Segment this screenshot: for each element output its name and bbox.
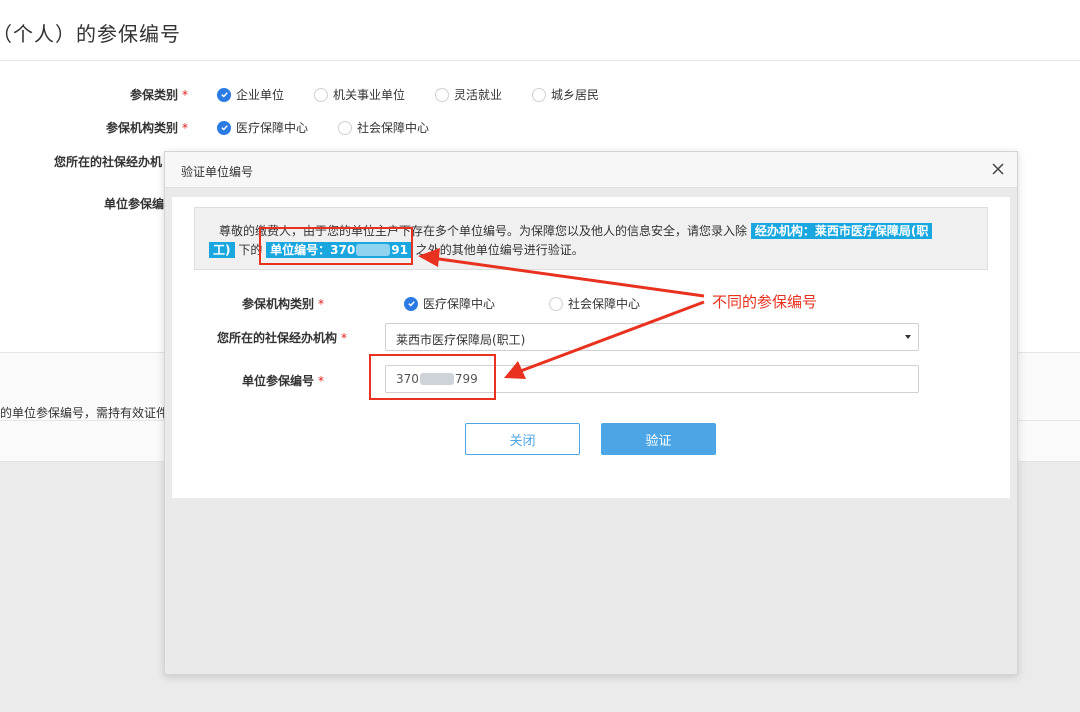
notice-text: 的单位参保编号，需持有效证件 — [0, 406, 169, 420]
agency-select[interactable]: 莱西市医疗保障局(职工) — [385, 323, 919, 351]
close-button[interactable]: 关闭 — [465, 423, 580, 455]
annotation-label: 不同的参保编号 — [712, 293, 818, 311]
agency-type-label: 参保机构类别 * — [105, 121, 188, 135]
radio-checked-icon — [217, 87, 231, 102]
modal-radio-social-center[interactable]: 社会保障中心 — [549, 295, 640, 312]
radio-checked-icon — [217, 120, 231, 135]
modal-header: 验证单位编号 — [165, 152, 1017, 188]
modal-radio-medical-center[interactable]: 医疗保障中心 — [404, 295, 495, 312]
agency-highlight-cont: 工) — [209, 242, 235, 258]
verify-button[interactable]: 验证 — [601, 423, 716, 455]
radio-unchecked-icon — [532, 87, 546, 102]
modal-agency-label: 您所在的社保经办机构 * — [217, 331, 348, 345]
modal-agency-type-label: 参保机构类别 * — [242, 297, 325, 311]
title-divider — [0, 60, 1080, 61]
caret-down-icon — [905, 335, 911, 339]
radio-unchecked-icon — [549, 296, 563, 311]
annotation-box-input-number — [369, 354, 496, 400]
modal-unit-number-label: 单位参保编号 * — [242, 374, 325, 388]
close-icon[interactable] — [989, 160, 1007, 178]
radio-unchecked-icon — [314, 87, 328, 102]
agency-select-value: 莱西市医疗保障局(职工) — [396, 333, 526, 347]
radio-urban-rural[interactable]: 城乡居民 — [532, 86, 599, 103]
radio-enterprise[interactable]: 企业单位 — [217, 86, 284, 103]
agency-label: 您所在的社保经办机 — [54, 155, 163, 169]
modal-title: 验证单位编号 — [181, 165, 254, 179]
radio-flexible[interactable]: 灵活就业 — [435, 86, 502, 103]
radio-medical-center[interactable]: 医疗保障中心 — [217, 119, 308, 136]
radio-unchecked-icon — [338, 120, 352, 135]
radio-government[interactable]: 机关事业单位 — [314, 86, 405, 103]
insurance-type-label: 参保类别 * — [129, 88, 188, 102]
radio-social-center[interactable]: 社会保障中心 — [338, 119, 429, 136]
radio-checked-icon — [404, 296, 418, 311]
agency-highlight: 经办机构：莱西市医疗保障局(职 — [750, 223, 933, 239]
unit-number-label: 单位参保编 — [104, 197, 165, 211]
page-title: （个人）的参保编号 — [0, 22, 181, 46]
annotation-box-alert-number — [259, 227, 413, 265]
radio-unchecked-icon — [435, 87, 449, 102]
